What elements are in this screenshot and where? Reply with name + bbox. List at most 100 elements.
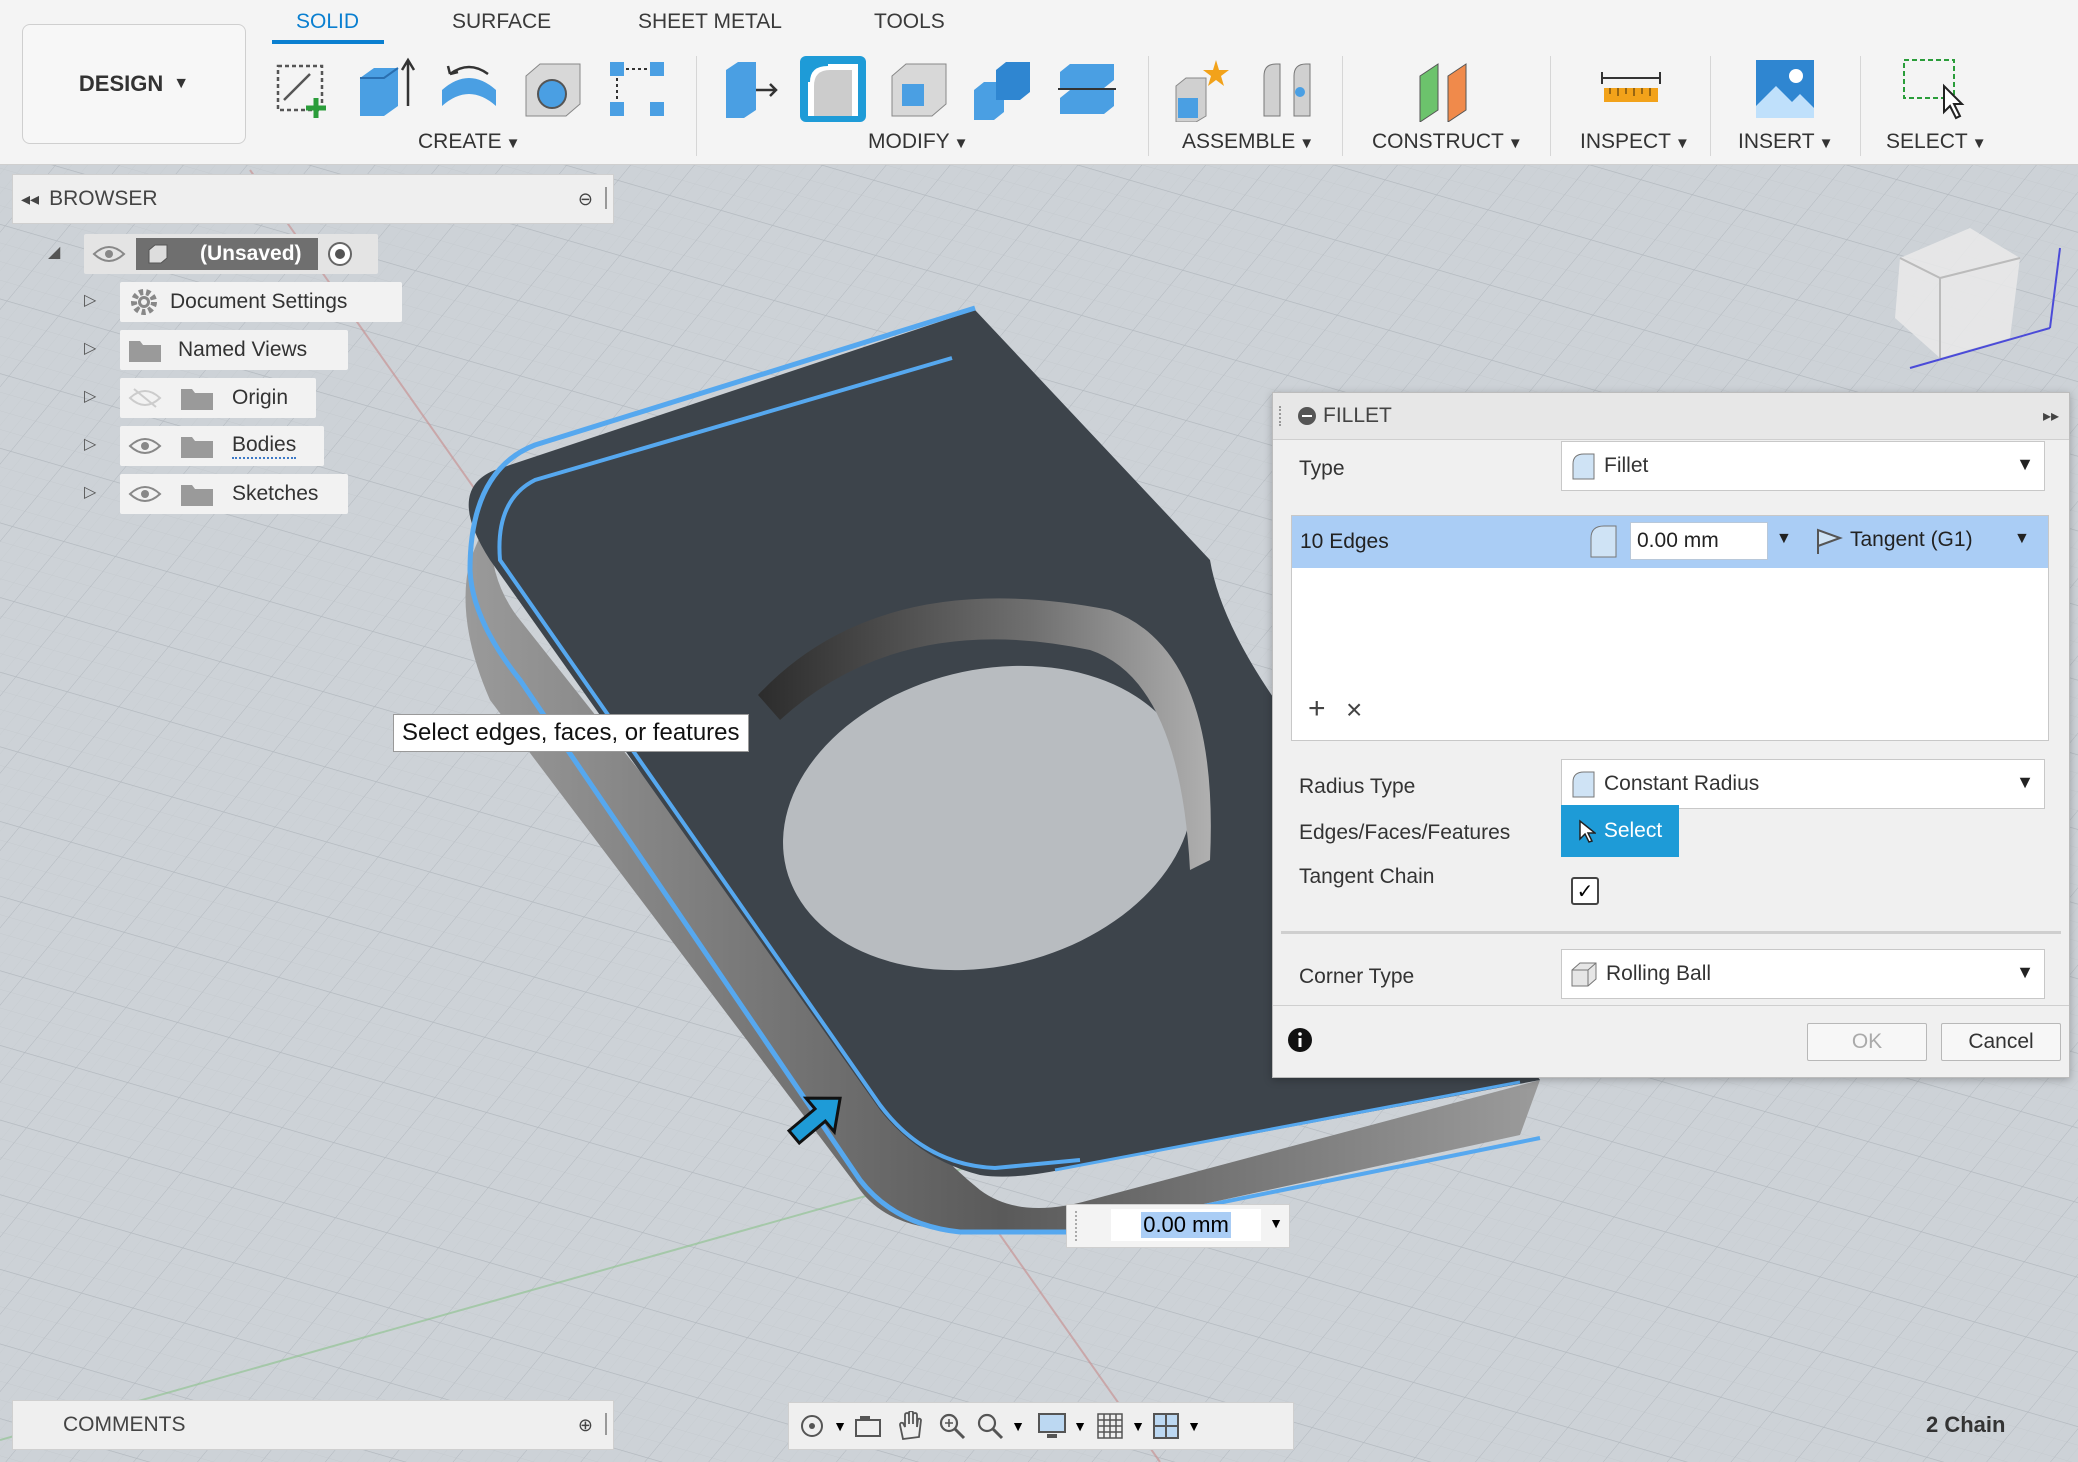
tangent-chain-checkbox[interactable]: ✓: [1571, 877, 1599, 905]
chevron-down-icon[interactable]: ▼: [1179, 1411, 1209, 1441]
root-component[interactable]: (Unsaved): [136, 238, 318, 270]
revolve-icon[interactable]: [436, 56, 502, 122]
folder-icon: [128, 337, 162, 363]
pan-hand-icon[interactable]: [895, 1411, 925, 1441]
chevron-down-icon[interactable]: ▼: [1269, 1215, 1283, 1231]
selection-label: Edges/Faces/Features: [1299, 821, 1511, 844]
dialog-header[interactable]: FILLET ▸▸: [1273, 393, 2069, 440]
chevron-down-icon[interactable]: ▼: [1123, 1411, 1153, 1441]
type-dropdown[interactable]: Fillet ▼: [1561, 441, 2045, 491]
display-settings-icon[interactable]: [1037, 1411, 1067, 1441]
zoom-icon[interactable]: [937, 1411, 967, 1441]
panel-minimize-icon[interactable]: ⊖: [578, 189, 593, 210]
add-set-button[interactable]: +: [1308, 692, 1326, 726]
workspace-switcher[interactable]: DESIGN ▼: [22, 24, 246, 144]
measure-icon[interactable]: [1598, 56, 1664, 122]
type-value: Fillet: [1604, 454, 1649, 477]
eye-hidden-icon[interactable]: [128, 387, 162, 409]
eye-icon[interactable]: [92, 244, 126, 264]
chevron-down-icon[interactable]: ▼: [2014, 530, 2030, 548]
continuity-value[interactable]: Tangent (G1): [1850, 528, 1973, 552]
selection-set-row[interactable]: 10 Edges 0.00 mm ▼ Tangent (G1) ▼: [1292, 516, 2048, 568]
inspect-menu[interactable]: INSPECT ▼: [1580, 130, 1690, 154]
navigation-bar: ▼ ▼ ▼ ▼ ▼: [788, 1402, 1294, 1450]
collapse-triangle-icon[interactable]: ◢: [48, 242, 60, 262]
browser-item-sketches[interactable]: Sketches: [120, 474, 348, 514]
radius-type-dropdown[interactable]: Constant Radius ▼: [1561, 759, 2045, 809]
chevron-down-icon[interactable]: ▼: [1065, 1411, 1095, 1441]
chevron-down-icon[interactable]: ▼: [825, 1411, 855, 1441]
browser-item-bodies[interactable]: Bodies: [120, 426, 324, 466]
chevron-down-icon[interactable]: ▼: [1776, 530, 1792, 548]
fit-window-icon[interactable]: [975, 1411, 1005, 1441]
expand-triangle-icon[interactable]: ▷: [84, 386, 96, 406]
tab-tools[interactable]: TOOLS: [874, 10, 945, 34]
assemble-menu[interactable]: ASSEMBLE ▼: [1182, 130, 1314, 154]
expand-triangle-icon[interactable]: ▷: [84, 434, 96, 454]
browser-item-document-settings[interactable]: Document Settings: [120, 282, 402, 322]
create-menu[interactable]: CREATE ▼: [418, 130, 520, 154]
grid-settings-icon[interactable]: [1095, 1411, 1125, 1441]
expand-triangle-icon[interactable]: ▷: [84, 290, 96, 310]
expand-dialog-icon[interactable]: ▸▸: [2043, 406, 2059, 426]
selection-sets-list: 10 Edges 0.00 mm ▼ Tangent (G1) ▼ + ×: [1291, 515, 2049, 741]
eye-icon[interactable]: [128, 435, 162, 457]
orbit-icon[interactable]: [797, 1411, 827, 1441]
eye-icon[interactable]: [128, 483, 162, 505]
panel-resize-handle[interactable]: [605, 1413, 607, 1435]
toolbar-divider: [1710, 56, 1711, 156]
activate-radio-icon[interactable]: [326, 240, 354, 268]
dialog-grip-icon[interactable]: [1279, 406, 1283, 426]
extrude-icon[interactable]: [352, 56, 418, 122]
minus-circle-icon[interactable]: [1297, 406, 1317, 426]
panel-resize-handle[interactable]: [605, 187, 607, 209]
expand-triangle-icon[interactable]: ▷: [84, 338, 96, 358]
edge-radius-input[interactable]: 0.00 mm: [1630, 522, 1768, 560]
fillet-type-icon: [1570, 452, 1596, 480]
new-component-icon[interactable]: [1170, 56, 1236, 123]
workspace-label: DESIGN: [78, 71, 164, 96]
offset-plane-icon[interactable]: [1414, 56, 1480, 123]
expand-triangle-icon[interactable]: ▷: [84, 482, 96, 502]
combine-icon[interactable]: [970, 56, 1036, 122]
remove-set-button[interactable]: ×: [1346, 694, 1362, 726]
collapse-panel-icon[interactable]: ◂◂: [21, 189, 39, 210]
construct-menu[interactable]: CONSTRUCT ▼: [1372, 130, 1523, 154]
joint-icon[interactable]: [1254, 56, 1320, 122]
chevron-down-icon[interactable]: ▼: [1003, 1411, 1033, 1441]
modify-menu[interactable]: MODIFY ▼: [868, 130, 969, 154]
shell-icon[interactable]: [886, 56, 952, 122]
hole-icon[interactable]: [520, 56, 586, 122]
create-sketch-icon[interactable]: [270, 56, 336, 122]
pattern-icon[interactable]: [604, 56, 670, 122]
select-menu[interactable]: SELECT ▼: [1886, 130, 1987, 154]
window-select-icon[interactable]: [1900, 56, 1966, 122]
toolbar: DESIGN ▼ SOLID SURFACE SHEET METAL TOOLS…: [0, 0, 2078, 165]
plus-circle-icon[interactable]: ⊕: [578, 1415, 593, 1436]
tab-surface[interactable]: SURFACE: [452, 10, 551, 34]
viewports-icon[interactable]: [1151, 1411, 1181, 1441]
ok-button[interactable]: OK: [1807, 1023, 1927, 1061]
browser-root[interactable]: (Unsaved): [84, 234, 378, 274]
radius-input[interactable]: 0.00 mm: [1111, 1209, 1261, 1241]
tab-solid[interactable]: SOLID: [296, 10, 359, 34]
select-edges-button[interactable]: Select: [1561, 805, 1679, 857]
drag-grip-icon[interactable]: [1075, 1211, 1099, 1241]
browser-item-origin[interactable]: Origin: [120, 378, 316, 418]
browser-item-named-views[interactable]: Named Views: [120, 330, 348, 370]
fillet-dialog: FILLET ▸▸ Type Fillet ▼ 10 Edges 0.00 mm…: [1272, 392, 2070, 1078]
fillet-icon[interactable]: [800, 56, 866, 122]
insert-menu[interactable]: INSERT ▼: [1738, 130, 1834, 154]
info-icon[interactable]: [1287, 1027, 1313, 1053]
rolling-ball-icon: [1570, 960, 1598, 988]
corner-type-dropdown[interactable]: Rolling Ball ▼: [1561, 949, 2045, 999]
insert-image-icon[interactable]: [1752, 56, 1818, 122]
press-pull-icon[interactable]: [716, 56, 782, 122]
split-face-icon[interactable]: [1054, 56, 1120, 122]
radius-manipulator[interactable]: 0.00 mm ▼: [1066, 1204, 1290, 1248]
construct-menu-label: CONSTRUCT: [1372, 130, 1504, 153]
browser-panel-header: ◂◂ BROWSER ⊖: [12, 174, 614, 224]
cancel-button[interactable]: Cancel: [1941, 1023, 2061, 1061]
tab-sheet-metal[interactable]: SHEET METAL: [638, 10, 782, 34]
look-at-icon[interactable]: [853, 1411, 883, 1441]
